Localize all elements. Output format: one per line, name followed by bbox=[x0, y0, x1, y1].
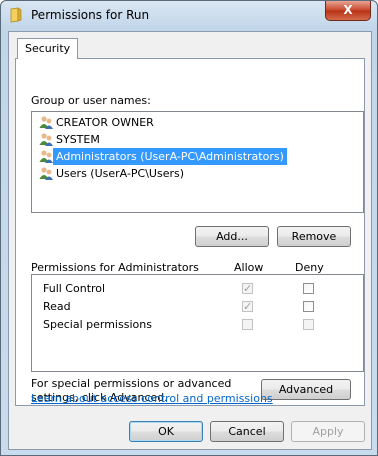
group-names-label: Group or user names: bbox=[31, 94, 151, 107]
allow-checkbox[interactable] bbox=[242, 298, 253, 316]
window-title: Permissions for Run bbox=[31, 8, 150, 22]
list-item-label: CREATOR OWNER bbox=[56, 116, 154, 129]
group-user-list[interactable]: CREATOR OWNER SYSTEM Administrators (Use… bbox=[31, 111, 364, 213]
list-item-label: Users (UserA-PC\Users) bbox=[56, 167, 185, 180]
permission-name: Full Control bbox=[43, 282, 106, 295]
users-icon bbox=[39, 133, 53, 146]
list-item[interactable]: SYSTEM bbox=[34, 131, 361, 148]
permissions-dialog: Permissions for Run X Security Group or … bbox=[0, 0, 378, 456]
deny-checkbox[interactable] bbox=[303, 319, 314, 330]
list-item-label: SYSTEM bbox=[56, 133, 100, 146]
remove-button[interactable]: Remove bbox=[277, 226, 351, 247]
title-bar: Permissions for Run X bbox=[1, 1, 377, 31]
cancel-button[interactable]: Cancel bbox=[210, 421, 284, 442]
list-item[interactable]: Administrators (UserA-PC\Administrators) bbox=[34, 148, 361, 165]
deny-column-header: Deny bbox=[295, 261, 324, 274]
allow-checkbox[interactable] bbox=[242, 319, 253, 330]
permission-row: Special permissions bbox=[32, 316, 361, 334]
tab-security[interactable]: Security bbox=[17, 38, 79, 59]
close-button[interactable]: X bbox=[325, 1, 371, 21]
add-button[interactable]: Add... bbox=[195, 226, 269, 247]
allow-column-header: Allow bbox=[234, 261, 264, 274]
access-control-help-link[interactable]: Learn about access control and permissio… bbox=[31, 392, 273, 405]
advanced-button[interactable]: Advanced bbox=[261, 379, 351, 400]
deny-checkbox[interactable] bbox=[303, 283, 314, 294]
deny-checkbox[interactable] bbox=[303, 301, 314, 312]
security-tab-panel: Group or user names: CREATOR OWNER SYSTE… bbox=[15, 58, 365, 406]
permission-name: Read bbox=[43, 300, 71, 313]
folder-icon bbox=[10, 7, 22, 23]
list-item-label: Administrators (UserA-PC\Administrators) bbox=[53, 148, 287, 165]
permission-name: Special permissions bbox=[43, 318, 152, 331]
permission-row: Full Control bbox=[32, 280, 361, 298]
allow-checkbox[interactable] bbox=[242, 280, 253, 298]
users-icon bbox=[39, 116, 53, 129]
permissions-list: Full Control Read Special permissions bbox=[31, 274, 364, 372]
permission-row: Read bbox=[32, 298, 361, 316]
list-item[interactable]: Users (UserA-PC\Users) bbox=[34, 165, 361, 182]
apply-button[interactable]: Apply bbox=[291, 421, 365, 442]
users-icon bbox=[39, 167, 53, 180]
dialog-body: Security Group or user names: CREATOR OW… bbox=[8, 31, 372, 450]
permissions-header: Permissions for Administrators bbox=[31, 261, 199, 274]
users-icon bbox=[39, 150, 53, 163]
list-item[interactable]: CREATOR OWNER bbox=[34, 114, 361, 131]
ok-button[interactable]: OK bbox=[129, 421, 203, 442]
